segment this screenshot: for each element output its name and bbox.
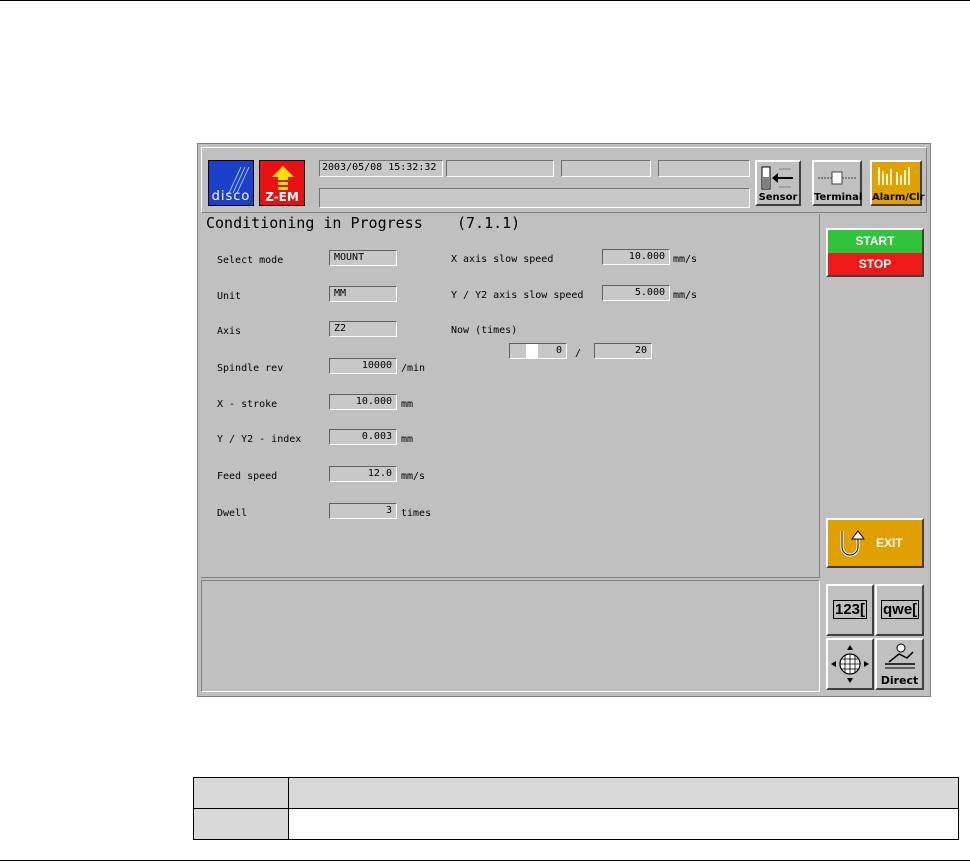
dwell-label: Dwell (217, 508, 248, 519)
feed-speed-label: Feed speed (217, 471, 278, 482)
exit-button[interactable]: EXIT (826, 518, 924, 568)
stop-button[interactable]: STOP (826, 253, 924, 277)
message-field (319, 188, 750, 208)
sensor-label: Sensor (758, 192, 798, 203)
select-mode-field[interactable]: MOUNT (329, 250, 397, 266)
y-slow-speed-field[interactable]: 5.000 (602, 285, 670, 301)
x-stroke-unit: mm (401, 399, 414, 410)
bottom-rule (0, 860, 970, 861)
u-turn-icon (840, 530, 865, 557)
alarm-clear-label: Alarm/Clr (872, 192, 925, 203)
alarm-bars-icon (878, 167, 910, 185)
table-cell (288, 777, 959, 809)
select-mode-label: Select mode (217, 255, 284, 266)
top-rule (0, 0, 970, 1)
x-slow-speed-field[interactable]: 10.000 (602, 249, 670, 265)
spindle-rev-label: Spindle rev (217, 363, 284, 374)
x-stroke-field[interactable]: 10.000 (329, 394, 397, 410)
start-button[interactable]: START (826, 228, 924, 254)
x-stroke-label: X - stroke (217, 399, 278, 410)
y-index-unit: mm (401, 434, 414, 445)
page-title: Conditioning in Progress (206, 214, 423, 232)
up-arrow-icon (272, 166, 294, 190)
feed-speed-unit: mm/s (401, 471, 426, 482)
table-row (193, 777, 959, 809)
page-code: (7.1.1) (457, 214, 521, 232)
start-label: START (855, 234, 895, 248)
status-field-2 (561, 160, 651, 177)
alpha-keypad-label: qwe[ (881, 600, 920, 619)
status-field-3 (658, 160, 750, 177)
axis-field[interactable]: Z2 (329, 321, 397, 337)
sensor-icon (761, 166, 793, 190)
y-slow-speed-unit: mm/s (673, 290, 698, 301)
now-times-label: Now (times) (451, 325, 518, 336)
x-slow-speed-unit: mm/s (673, 254, 698, 265)
header-bar: disco Z-EM 2003/05/08 15:32:32 Sensor Te… (201, 147, 927, 213)
direct-label: Direct (880, 674, 919, 687)
main-panel (201, 214, 820, 578)
dwell-field[interactable]: 3 (329, 503, 397, 519)
description-table (193, 777, 959, 840)
message-area (201, 580, 820, 692)
axis-label: Axis (217, 326, 242, 337)
now-total-field: 20 (594, 343, 652, 359)
z-em-button[interactable]: Z-EM (259, 160, 305, 206)
machine-screen: disco Z-EM 2003/05/08 15:32:32 Sensor Te… (197, 143, 931, 697)
dwell-unit: times (401, 508, 432, 519)
y-index-field[interactable]: 0.003 (329, 429, 397, 445)
spindle-rev-field[interactable]: 10000 (329, 358, 397, 374)
alarm-clear-button[interactable]: Alarm/Clr (870, 160, 925, 206)
alpha-keypad-button[interactable]: qwe[ (875, 584, 924, 636)
sensor-button[interactable]: Sensor (755, 160, 801, 206)
numeric-keypad-label: 123[ (833, 600, 868, 619)
wafer-move-icon (831, 645, 869, 683)
unit-label: Unit (217, 291, 242, 302)
disco-logo: disco (208, 160, 254, 206)
now-current-field: 0 (509, 343, 567, 359)
terminal-button[interactable]: Terminal (812, 160, 862, 206)
y-index-label: Y / Y2 - index (217, 434, 302, 445)
page-title-bar: Conditioning in Progress (7.1.1) (201, 214, 820, 234)
status-field-1 (446, 160, 554, 177)
progress-marker (526, 344, 538, 358)
table-cell (288, 808, 959, 840)
table-cell (193, 777, 289, 809)
spindle-rev-unit: /min (401, 363, 426, 374)
direct-button[interactable]: Direct (875, 638, 924, 690)
z-em-label: Z-EM (265, 190, 299, 204)
unit-field[interactable]: MM (329, 286, 397, 302)
feed-speed-field[interactable]: 12.0 (329, 466, 397, 482)
terminal-label: Terminal (814, 192, 863, 203)
table-row (193, 808, 959, 840)
table-cell (193, 808, 289, 840)
numeric-keypad-button[interactable]: 123[ (826, 584, 874, 636)
x-slow-speed-label: X axis slow speed (451, 254, 554, 265)
now-current-value: 0 (555, 345, 562, 356)
operator-icon (885, 643, 915, 669)
exit-label: EXIT (876, 536, 903, 550)
now-separator: / (575, 348, 582, 359)
stop-label: STOP (858, 257, 892, 271)
disco-logo-text: disco (211, 189, 251, 204)
y-slow-speed-label: Y / Y2 axis slow speed (451, 290, 584, 301)
terminal-icon (818, 171, 856, 185)
datetime-display: 2003/05/08 15:32:32 (319, 160, 443, 177)
jog-move-button[interactable] (826, 638, 874, 690)
